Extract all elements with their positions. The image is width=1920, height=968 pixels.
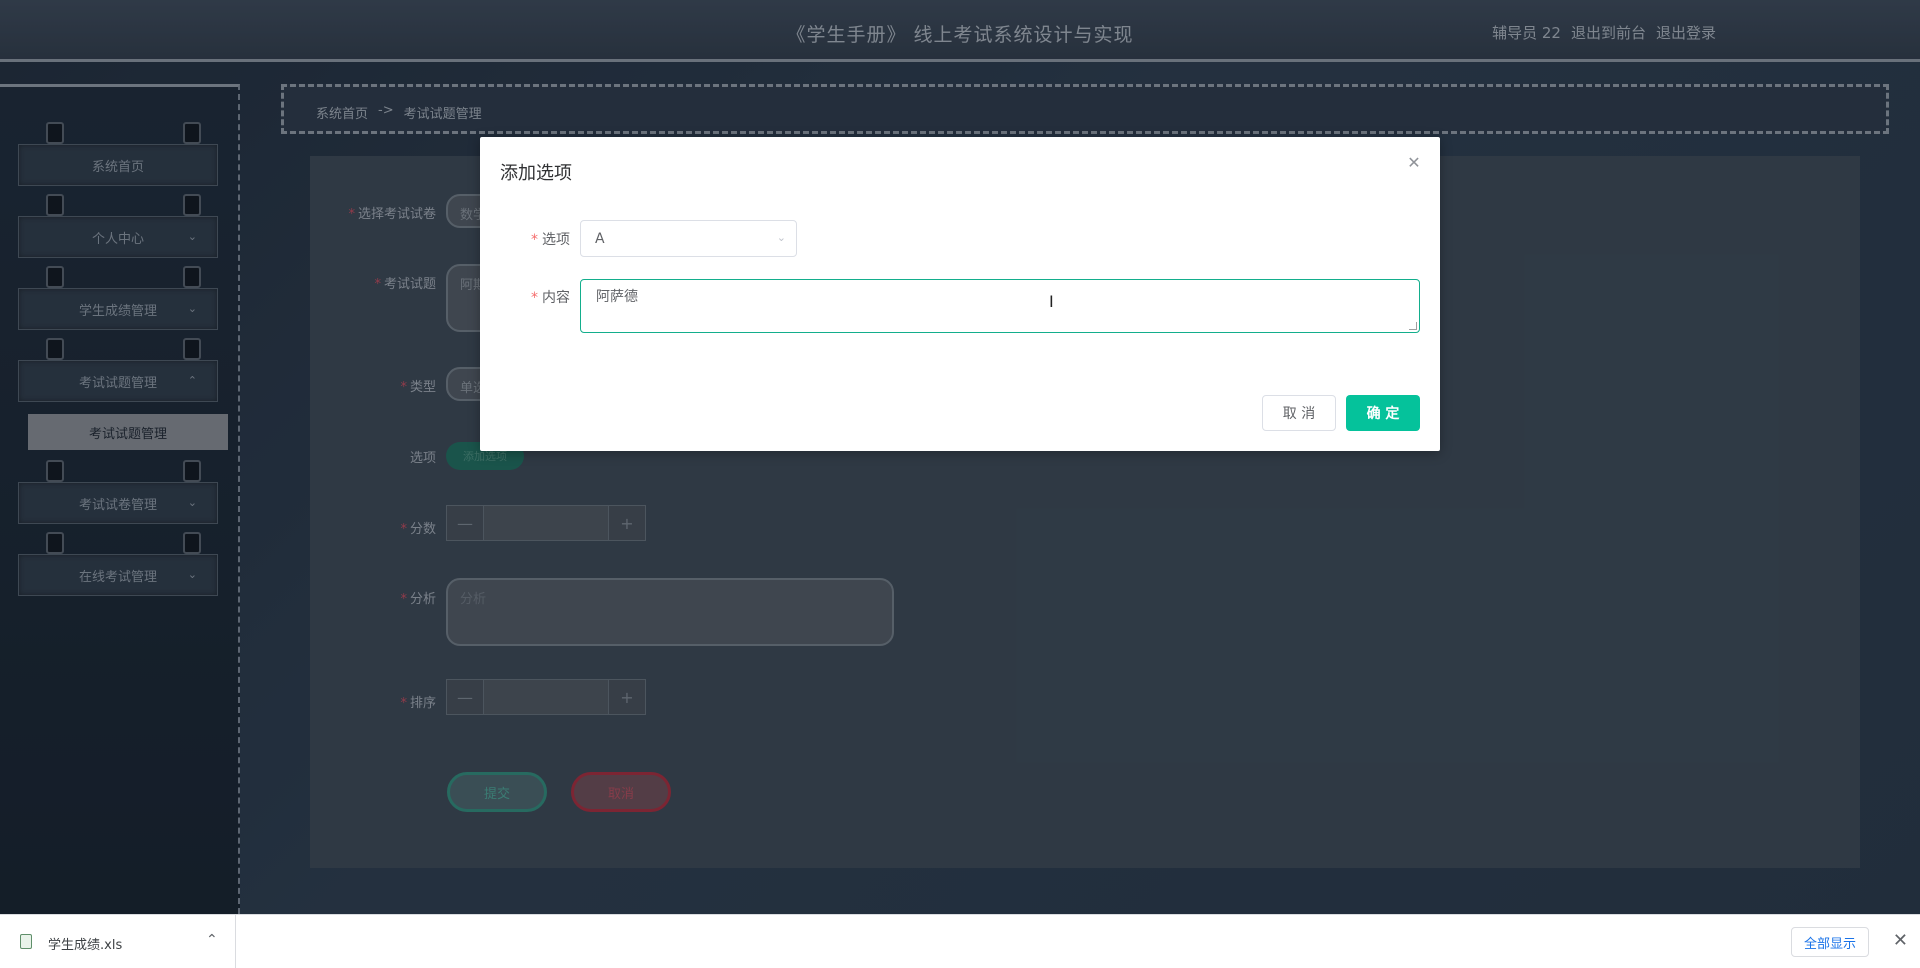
option-label: * 选项 [531,232,570,248]
show-all-button[interactable]: 全部显示 [1791,927,1869,957]
dialog-cancel-button[interactable]: 取 消 [1262,395,1336,431]
chevron-down-icon: ⌄ [776,231,786,244]
close-icon[interactable]: ✕ [1893,930,1908,951]
resize-handle-icon[interactable] [1409,322,1417,330]
download-item[interactable]: 学生成绩.xls ⌃ [0,915,236,968]
add-option-dialog: 添加选项 ✕ * 选项 A ⌄ * 内容 阿萨德 取 消 确 定 [480,137,1440,451]
content-textarea[interactable]: 阿萨德 [580,279,1420,333]
chevron-up-icon[interactable]: ⌃ [206,932,218,948]
content-value: 阿萨德 [596,289,638,305]
download-bar: 学生成绩.xls ⌃ 全部显示 ✕ [0,914,1920,968]
spreadsheet-file-icon [20,934,32,949]
close-icon[interactable]: ✕ [1406,155,1422,171]
dialog-title: 添加选项 [500,163,572,184]
option-select[interactable]: A ⌄ [580,220,797,257]
content-label: * 内容 [531,290,570,306]
option-select-value: A [595,230,605,247]
text-cursor-icon: I [1049,292,1054,311]
dialog-confirm-button[interactable]: 确 定 [1346,395,1420,431]
download-filename: 学生成绩.xls [48,938,123,953]
